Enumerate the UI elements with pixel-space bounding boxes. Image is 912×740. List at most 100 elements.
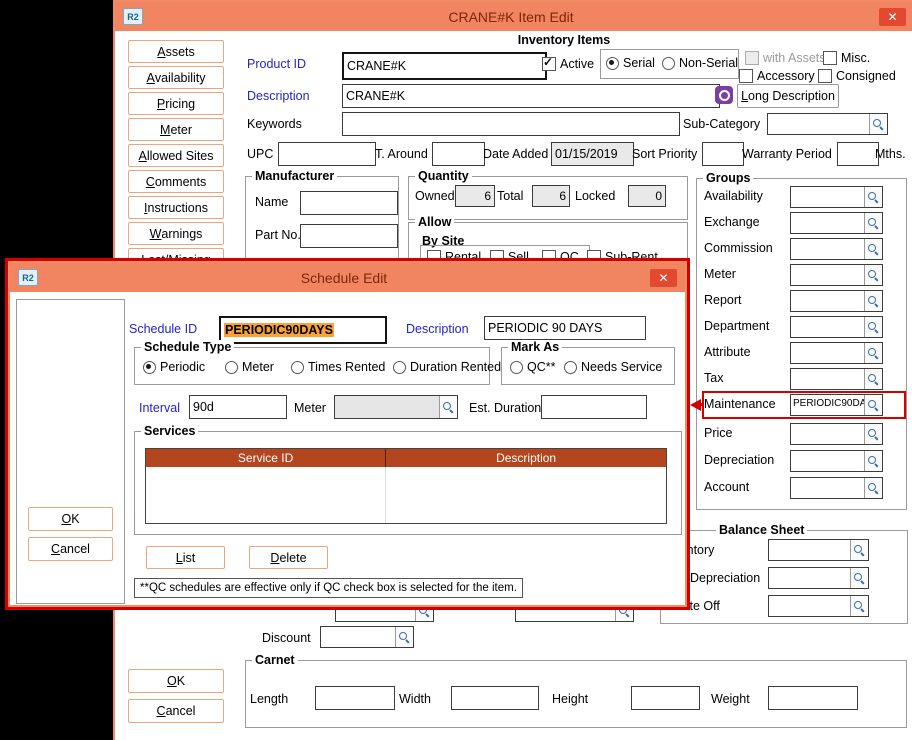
search-icon[interactable] [864,291,882,311]
search-icon[interactable] [850,596,868,616]
group-report-field[interactable] [790,290,883,312]
search-icon[interactable] [850,568,868,588]
sidebar-button-assets[interactable]: Assets [128,40,224,63]
group-depreciation-field[interactable] [790,450,883,472]
sidebar-button-comments[interactable]: Comments [128,170,224,193]
item-edit-title: CRANE#K Item Edit [143,9,879,25]
non-serial-radio[interactable]: Non-Serial [662,56,738,70]
group-availability-field[interactable] [790,186,883,208]
sidebar-button-availability[interactable]: Availability [128,66,224,89]
meter-radio[interactable]: Meter [225,360,274,374]
est-duration-field[interactable] [541,395,647,419]
height-field[interactable] [631,686,700,710]
date-added-field: 01/15/2019 [551,142,634,166]
sidebar-button-warnings[interactable]: Warnings [128,222,224,245]
times-rented-radio[interactable]: Times Rented [291,360,385,374]
search-icon[interactable] [864,317,882,337]
inventory-field[interactable] [768,539,869,561]
duration-rented-radio[interactable]: Duration Rented [393,360,501,374]
sidebar-button-pricing[interactable]: Pricing [128,92,224,115]
ok-button[interactable]: OK [128,669,224,693]
search-icon[interactable] [864,343,882,363]
sidebar-button-allowed-sites[interactable]: Allowed Sites [128,144,224,167]
part-no-field[interactable] [300,224,398,248]
warranty-period-field[interactable] [837,142,879,166]
list-button[interactable]: List [146,546,225,569]
services-group-title: Services [141,424,198,438]
qc-radio[interactable]: QC** [510,360,555,374]
owned-label: Owned [415,189,455,203]
keywords-field[interactable] [342,112,680,136]
t-around-field[interactable] [432,142,485,166]
schedule-description-field[interactable]: PERIODIC 90 DAYS [484,316,646,340]
search-icon[interactable] [864,478,882,498]
search-icon[interactable] [439,396,457,418]
consigned-checkbox[interactable]: Consigned [818,69,896,83]
search-icon[interactable] [864,213,882,233]
schedule-type-group: Schedule Type Periodic Meter Times Rente… [134,347,490,385]
bs-depreciation-field[interactable] [768,567,869,589]
schedule-ok-button[interactable]: OK [28,507,113,531]
schedule-edit-titlebar[interactable]: R2 Schedule Edit ✕ [10,263,685,292]
est-duration-label: Est. Duration [469,401,541,415]
sub-category-field[interactable] [767,113,888,135]
group-exchange-field[interactable] [790,212,883,234]
weight-field[interactable] [768,686,858,710]
active-checkbox[interactable]: Active [542,57,594,71]
search-icon[interactable] [869,114,887,134]
mark-as-group: Mark As QC** Needs Service [501,347,675,385]
periodic-radio[interactable]: Periodic [143,360,205,374]
service-id-column-header[interactable]: Service ID [146,449,386,467]
owned-field: 6 [455,185,495,207]
group-attribute-field[interactable] [790,342,883,364]
group-report-label: Report [704,293,742,307]
description-column-header[interactable]: Description [386,449,666,467]
group-account-field[interactable] [790,477,883,499]
width-field[interactable] [451,686,539,710]
search-icon[interactable] [864,424,882,444]
radio-icon [393,361,406,374]
group-tax-field[interactable] [790,368,883,390]
group-commission-field[interactable] [790,238,883,260]
services-table-body[interactable] [146,467,666,523]
services-table[interactable]: Service ID Description [145,448,667,524]
search-icon[interactable] [864,369,882,389]
close-icon[interactable]: ✕ [650,269,677,287]
name-label: Name [255,195,288,209]
schedule-edit-window: R2 Schedule Edit ✕ OK Cancel Schedule ID… [5,258,690,610]
group-department-field[interactable] [790,316,883,338]
search-icon[interactable] [850,540,868,560]
discount-field[interactable] [320,626,414,648]
language-icon[interactable] [715,86,733,104]
group-price-field[interactable] [790,423,883,445]
description-field[interactable]: CRANE#K [342,84,720,108]
long-description-button[interactable]: Long Description [737,84,839,108]
serial-radio[interactable]: Serial [606,56,655,70]
delete-button[interactable]: Delete [249,546,328,569]
schedule-id-field[interactable]: PERIODIC90DAYS [219,316,387,344]
search-icon[interactable] [864,451,882,471]
group-account-label: Account [704,480,749,494]
search-icon[interactable] [864,239,882,259]
search-icon[interactable] [864,265,882,285]
interval-field[interactable]: 90d [189,395,287,419]
sort-priority-field[interactable] [702,142,744,166]
search-icon[interactable] [864,187,882,207]
name-field[interactable] [300,191,398,215]
upc-field[interactable] [278,142,376,166]
sidebar-button-meter[interactable]: Meter [128,118,224,141]
search-icon[interactable] [395,627,413,647]
group-meter-field[interactable] [790,264,883,286]
length-field[interactable] [315,686,395,710]
write-off-field[interactable] [768,595,869,617]
schedule-cancel-button[interactable]: Cancel [28,537,113,561]
sidebar-button-instructions[interactable]: Instructions [128,196,224,219]
accessory-checkbox[interactable]: Accessory [739,69,815,83]
product-id-field[interactable]: CRANE#K [342,52,547,80]
cancel-button[interactable]: Cancel [128,699,224,723]
needs-service-radio[interactable]: Needs Service [564,360,662,374]
close-icon[interactable]: ✕ [879,8,906,26]
item-edit-titlebar[interactable]: R2 CRANE#K Item Edit ✕ [115,2,912,31]
misc-checkbox[interactable]: Misc. [823,51,870,65]
height-label: Height [552,692,588,706]
